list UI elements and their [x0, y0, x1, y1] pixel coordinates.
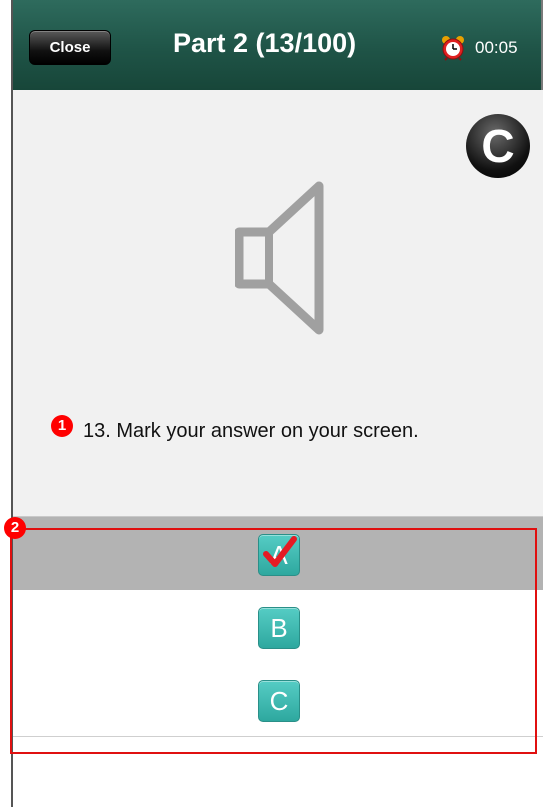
question-text: 13. Mark your answer on your screen. [83, 420, 419, 442]
c-badge-button[interactable]: C [466, 114, 530, 178]
annotation-highlight-box [10, 528, 537, 754]
alarm-clock-icon [442, 36, 464, 61]
annotation-marker-2: 2 [4, 517, 26, 539]
question-area: C 1 13. Mark your answer on your screen. [13, 90, 543, 517]
page-title: Part 2 (13/100) [173, 28, 357, 58]
close-button[interactable]: Close [29, 30, 111, 65]
header-bar: Close Part 2 (13/100) 00:05 [13, 0, 543, 90]
timer-text: 00:05 [475, 38, 518, 57]
annotation-marker-1: 1 [51, 415, 73, 437]
speaker-icon[interactable] [235, 180, 325, 340]
